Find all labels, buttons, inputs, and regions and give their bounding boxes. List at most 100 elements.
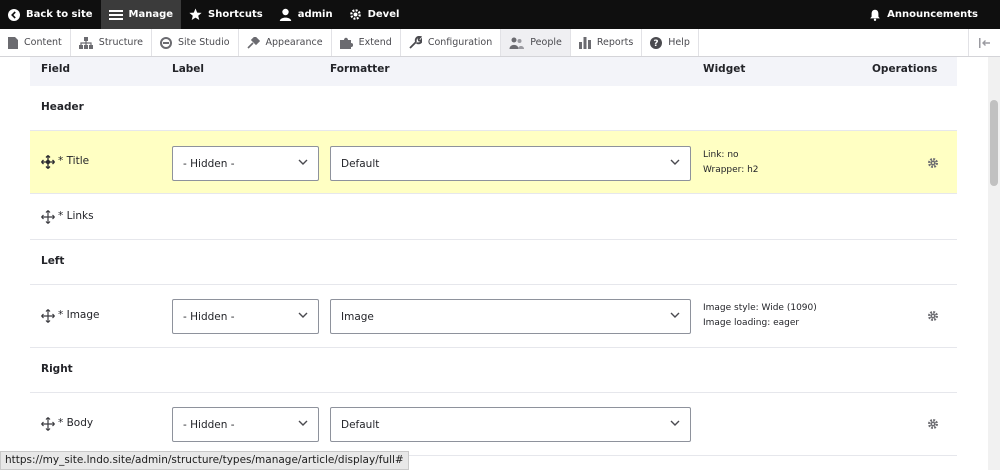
tray-item-help[interactable]: ? Help [642, 29, 698, 56]
star-icon [189, 8, 202, 20]
drag-handle-icon[interactable] [41, 417, 55, 431]
tray-item-appearance[interactable]: Appearance [239, 29, 331, 56]
scrollbar-thumb[interactable] [990, 100, 998, 186]
back-to-site-link[interactable]: Back to site [0, 0, 101, 29]
tray-item-label: Help [668, 37, 690, 48]
chevron-down-icon [298, 312, 308, 318]
column-header-field: Field [41, 63, 71, 75]
chevron-down-icon [670, 420, 680, 426]
tray-item-label: Site Studio [178, 37, 230, 48]
field-name: * Image [58, 309, 99, 321]
chevron-down-icon [670, 312, 680, 318]
tray-item-label: Structure [98, 37, 143, 48]
formatter-summary: Link: no Wrapper: h2 [703, 148, 759, 178]
summary-line: Link: no [703, 150, 739, 160]
required-marker: * [58, 155, 64, 167]
manage-tab[interactable]: Manage [100, 0, 182, 29]
region-header: Header [30, 86, 957, 131]
summary-line: Image style: Wide (1090) [703, 303, 817, 313]
column-header-label: Label [172, 63, 205, 75]
tray-item-people[interactable]: People [501, 29, 570, 56]
extend-icon [339, 37, 353, 49]
tray-divider [697, 29, 699, 56]
manage-display-content: Field Label Formatter Widget Operations … [0, 57, 1000, 470]
content-icon [8, 36, 18, 49]
admin-tray: Content Structure Site Studio Appearance… [0, 29, 1000, 57]
tray-item-label: People [530, 37, 562, 48]
chevron-down-icon [670, 159, 680, 165]
region-title: Right [41, 363, 73, 375]
label-select-value: - Hidden - [183, 310, 235, 323]
help-icon: ? [650, 36, 663, 49]
table-header: Field Label Formatter Widget Operations [30, 57, 957, 86]
field-name: * Title [58, 155, 89, 167]
tray-item-configuration[interactable]: Configuration [401, 29, 500, 56]
formatter-select-value: Default [341, 418, 380, 431]
chevron-down-icon [298, 159, 308, 165]
region-right: Right [30, 348, 957, 393]
region-title: Left [41, 255, 65, 267]
tray-item-label: Reports [596, 37, 634, 48]
appearance-icon [246, 36, 260, 49]
formatter-select-value: Default [341, 157, 380, 170]
formatter-select[interactable]: Default [330, 407, 691, 442]
field-name-text: Title [66, 155, 90, 167]
tray-item-label: Content [24, 37, 62, 48]
admin-toolbar: Back to site Manage Shortcuts admin Deve… [0, 0, 1000, 29]
field-name-text: Links [66, 210, 94, 222]
tray-item-site-studio[interactable]: Site Studio [152, 29, 238, 56]
tray-item-label: Extend [358, 37, 392, 48]
label-select[interactable]: - Hidden - [172, 146, 319, 181]
tray-item-label: Configuration [427, 37, 493, 48]
collapse-tray-icon [978, 37, 990, 48]
column-header-formatter: Formatter [330, 63, 390, 75]
table-row-body: * Body - Hidden - Default [30, 393, 957, 456]
table-row-title: * Title - Hidden - Default Link: no Wrap… [30, 131, 957, 194]
gear-icon [349, 9, 361, 20]
tray-item-label: Appearance [265, 37, 323, 48]
announcements-tab[interactable]: Announcements [861, 0, 1000, 29]
tray-item-extend[interactable]: Extend [332, 29, 400, 56]
label-select[interactable]: - Hidden - [172, 299, 319, 334]
field-name-text: Image [66, 309, 100, 321]
settings-gear-icon[interactable] [927, 418, 939, 430]
field-name-text: Body [66, 417, 94, 429]
formatter-select[interactable]: Image [330, 299, 691, 334]
tray-orientation-toggle[interactable] [968, 29, 1000, 56]
manage-label: Manage [128, 9, 174, 20]
label-select-value: - Hidden - [183, 418, 235, 431]
summary-line: Image loading: eager [703, 318, 800, 328]
formatter-select[interactable]: Default [330, 146, 691, 181]
browser-status-url: https://my_site.lndo.site/admin/structur… [0, 451, 409, 470]
menu-icon [108, 9, 123, 20]
drag-handle-icon[interactable] [41, 210, 55, 224]
devel-tab[interactable]: Devel [341, 0, 408, 29]
back-to-site-label: Back to site [26, 9, 93, 20]
drag-handle-icon[interactable] [41, 309, 55, 323]
svg-text:?: ? [654, 39, 659, 49]
formatter-select-value: Image [341, 310, 374, 323]
tray-item-content[interactable]: Content [0, 29, 70, 56]
formatter-summary: Image style: Wide (1090) Image loading: … [703, 301, 817, 331]
shortcuts-tab[interactable]: Shortcuts [181, 0, 271, 29]
field-name: * Body [58, 417, 93, 429]
user-icon [279, 8, 291, 21]
structure-icon [78, 36, 93, 49]
table-row-links: * Links [30, 194, 957, 240]
tray-item-reports[interactable]: Reports [571, 29, 641, 56]
user-tab[interactable]: admin [271, 0, 341, 29]
label-select[interactable]: - Hidden - [172, 407, 319, 442]
drag-handle-icon[interactable] [41, 155, 55, 169]
back-arrow-icon [8, 8, 20, 21]
shortcuts-label: Shortcuts [208, 9, 263, 20]
settings-gear-icon[interactable] [927, 310, 939, 322]
chevron-down-icon [298, 420, 308, 426]
column-header-operations: Operations [872, 63, 938, 75]
reports-icon [578, 36, 591, 49]
tray-item-structure[interactable]: Structure [71, 29, 151, 56]
announcements-label: Announcements [887, 9, 978, 20]
devel-label: Devel [367, 9, 400, 20]
settings-gear-icon[interactable] [927, 157, 939, 169]
table-row-image: * Image - Hidden - Image Image style: Wi… [30, 285, 957, 348]
label-select-value: - Hidden - [183, 157, 235, 170]
